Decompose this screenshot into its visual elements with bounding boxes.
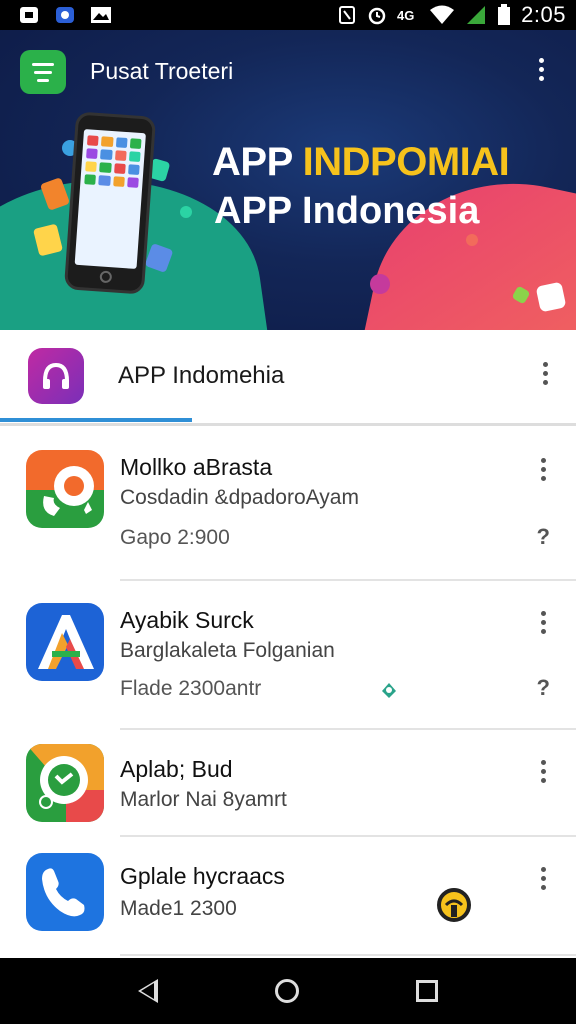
navigation-bar	[0, 958, 576, 1024]
app-icon	[54, 5, 76, 25]
app-title: Aplab; Bud	[120, 756, 233, 782]
list-item[interactable]: Gplale hycraacs Made1 2300	[0, 837, 576, 956]
featured-app-row[interactable]: APP Indomehia	[0, 330, 576, 426]
more-options-icon[interactable]	[538, 867, 548, 890]
help-icon[interactable]: ?	[537, 524, 550, 550]
image-icon	[18, 5, 40, 25]
list-item[interactable]: Aplab; Bud Marlor Nai 8yamrt	[0, 730, 576, 837]
wifi-icon	[430, 5, 455, 24]
svg-text:4G: 4G	[397, 8, 414, 23]
nfc-icon	[339, 6, 356, 24]
more-options-icon[interactable]	[540, 362, 550, 385]
app-subtitle: Cosdadin &dpadoroAyam	[120, 486, 359, 509]
hero-headline-part1: APP	[212, 140, 293, 184]
more-options-icon[interactable]	[538, 760, 548, 783]
alarm-icon	[368, 7, 386, 25]
app-title: Gplale hycraacs	[120, 863, 285, 889]
tag-icon	[378, 679, 400, 706]
app-subtitle: Marlor Nai 8yamrt	[120, 788, 287, 811]
4g-icon: 4G	[397, 8, 414, 23]
back-icon[interactable]	[138, 979, 159, 1003]
app-title: Pusat Troeteri	[90, 58, 234, 84]
hero-subheadline: APP Indonesia	[214, 190, 480, 232]
recent-apps-icon[interactable]	[415, 980, 438, 1002]
app-title: Mollko aBrasta	[120, 454, 273, 480]
hero-headline: APP INDPOMIAI	[212, 140, 510, 185]
gallery-icon	[90, 5, 112, 25]
letter-a-icon	[26, 603, 104, 681]
list-item[interactable]: Ayabik Surck Barglakaleta Folganian Flad…	[0, 581, 576, 730]
chat-bubble-icon	[26, 744, 104, 822]
list-item[interactable]: Mollko aBrasta Cosdadin &dpadoroAyam Gap…	[0, 428, 576, 581]
help-icon[interactable]: ?	[537, 675, 550, 701]
tab-indicator	[0, 418, 192, 422]
music-app-icon	[28, 348, 84, 404]
app-detail: Gapo 2:900	[120, 526, 230, 549]
overflow-menu-icon[interactable]	[536, 58, 556, 81]
hero-headline-part2: INDPOMIAI	[302, 140, 510, 184]
app-subtitle: Made1 2300	[120, 897, 237, 920]
signal-icon	[467, 6, 486, 24]
badge-icon	[436, 887, 472, 930]
menu-button[interactable]	[20, 50, 66, 94]
app-subtitle: Barglakaleta Folganian	[120, 639, 335, 662]
app-detail: Flade 2300antr	[120, 677, 262, 700]
more-options-icon[interactable]	[538, 611, 548, 634]
featured-app-name: APP Indomehia	[118, 362, 285, 389]
status-bar: 4G 2:05	[0, 0, 576, 30]
battery-icon	[498, 4, 511, 25]
phone-icon	[26, 853, 104, 931]
app-title: Ayabik Surck	[120, 607, 254, 633]
more-options-icon[interactable]	[538, 458, 548, 481]
phone-illustration	[63, 111, 157, 295]
clock: 2:05	[521, 2, 566, 27]
hero-banner: Pusat Troeteri APP INDPOMIAI APP Indones…	[0, 30, 576, 330]
home-icon[interactable]	[274, 979, 299, 1003]
settings-phone-icon	[26, 450, 104, 528]
